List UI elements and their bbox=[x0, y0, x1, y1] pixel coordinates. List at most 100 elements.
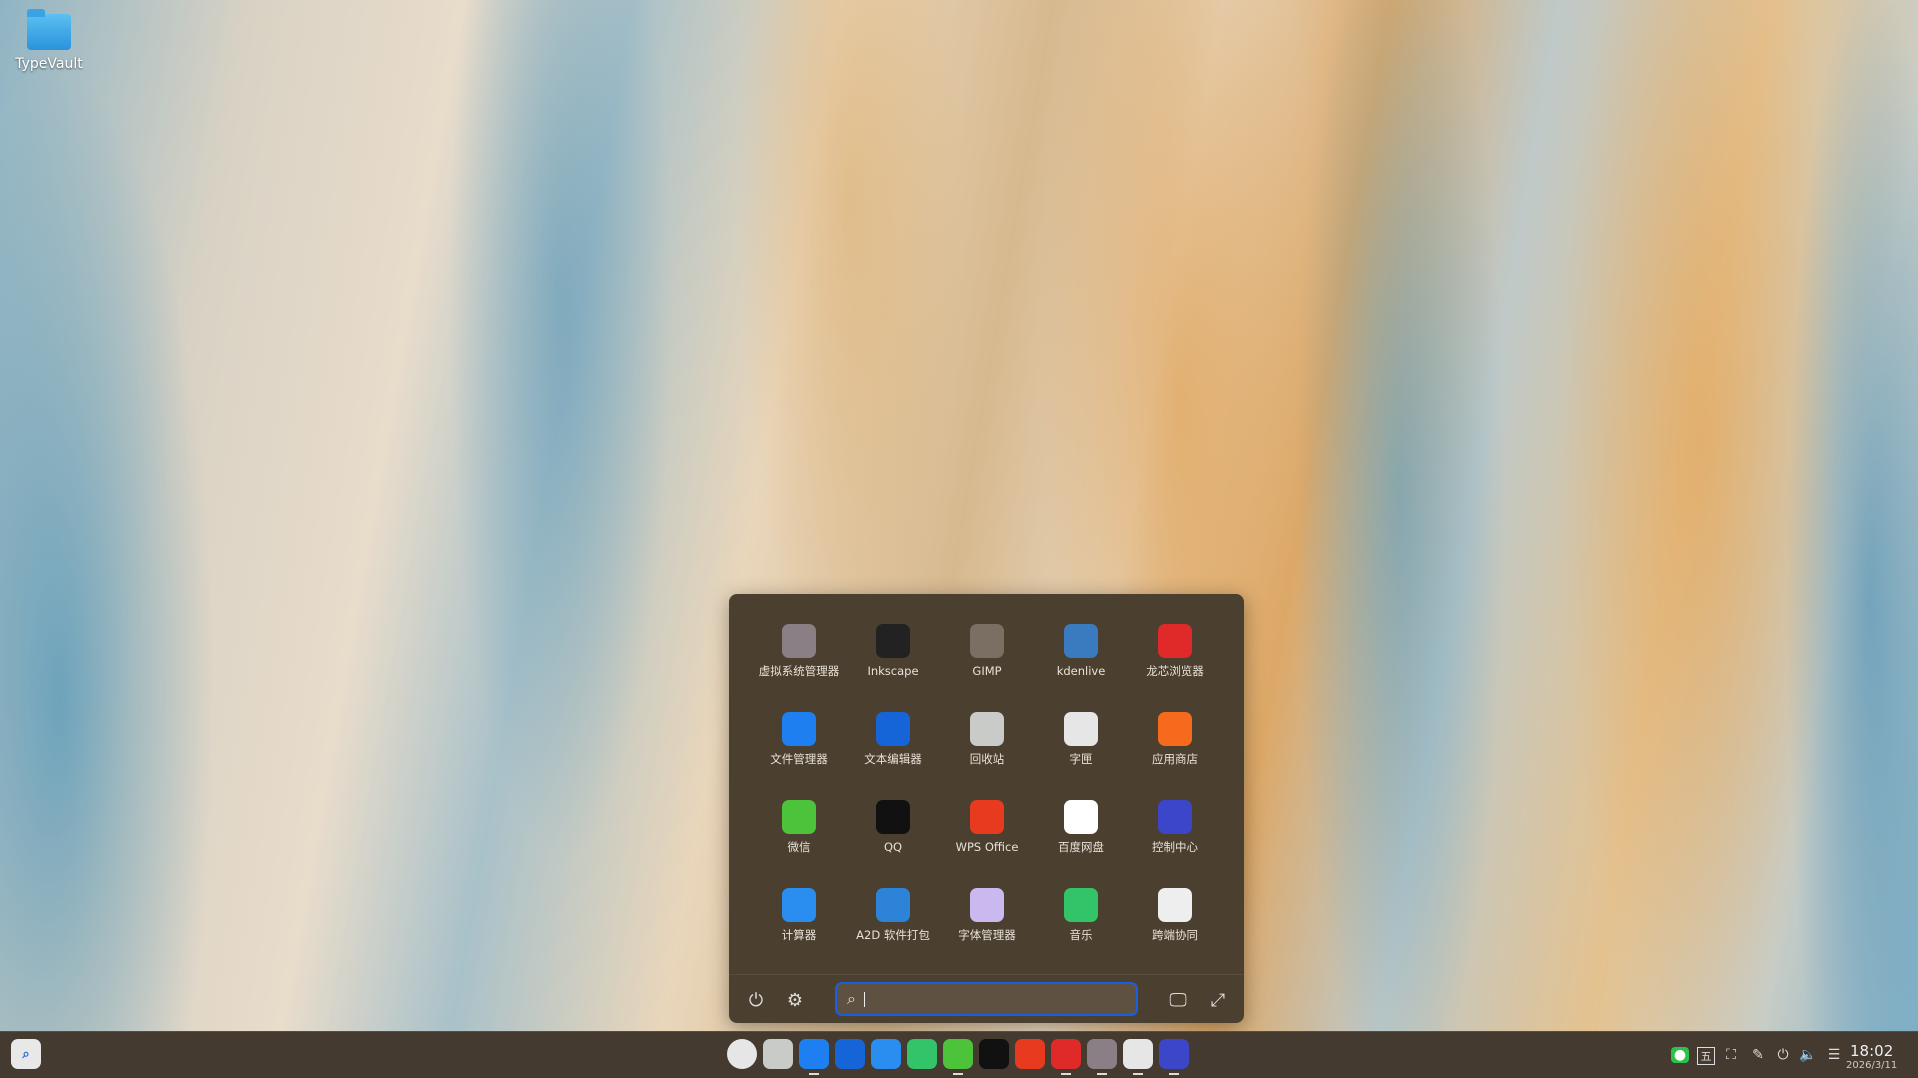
toggle-panel-icon[interactable]: ☰ bbox=[1825, 1047, 1843, 1063]
running-indicator bbox=[1133, 1073, 1143, 1075]
app-label: 计算器 bbox=[781, 928, 817, 942]
dock-text-editor[interactable] bbox=[835, 1039, 865, 1069]
qq-icon bbox=[876, 800, 910, 834]
taskbar: ⌕ ● 五 ⛶ ✎ ⏻ 🔈 ☰ 18:02 2026/3/11 bbox=[0, 1031, 1918, 1078]
app-label: A2D 软件打包 bbox=[856, 928, 930, 942]
app-label: 字匣 bbox=[1069, 752, 1093, 766]
app-music[interactable]: 音乐 bbox=[1034, 888, 1128, 943]
app-font-manager[interactable]: 字体管理器 bbox=[940, 888, 1034, 943]
app-vmm[interactable]: 虚拟系统管理器 bbox=[752, 624, 846, 679]
clock-time: 18:02 bbox=[1850, 1042, 1894, 1060]
settings-icon: ⚙ bbox=[786, 990, 804, 1011]
a2d-packager-icon bbox=[876, 888, 910, 922]
app-label: QQ bbox=[883, 840, 903, 854]
app-a2d-packager[interactable]: A2D 软件打包 bbox=[846, 888, 940, 943]
app-file-manager[interactable]: 文件管理器 bbox=[752, 712, 846, 767]
app-loongson-browser[interactable]: 龙芯浏览器 bbox=[1128, 624, 1222, 679]
app-label: Inkscape bbox=[867, 664, 919, 678]
search-icon: ⌕ bbox=[22, 1046, 30, 1062]
desktop-icon-typevault[interactable]: TypeVault bbox=[10, 9, 88, 72]
app-label: 回收站 bbox=[969, 752, 1005, 766]
search-button[interactable]: ⌕ bbox=[11, 1039, 41, 1069]
app-trash[interactable]: 回收站 bbox=[940, 712, 1034, 767]
dock-trash[interactable] bbox=[763, 1039, 793, 1069]
pen-icon[interactable]: ✎ bbox=[1749, 1047, 1767, 1063]
expand-icon: ⤢ bbox=[1210, 990, 1226, 1011]
app-control-center[interactable]: 控制中心 bbox=[1128, 800, 1222, 855]
app-kdenlive[interactable]: kdenlive bbox=[1034, 624, 1128, 679]
dock-music[interactable] bbox=[907, 1039, 937, 1069]
dock-launcher[interactable] bbox=[727, 1039, 757, 1069]
power-button[interactable]: ⏻ bbox=[743, 988, 769, 1014]
baidu-netdisk-icon bbox=[1064, 800, 1098, 834]
app-label: 字体管理器 bbox=[958, 928, 1016, 942]
search-input[interactable] bbox=[863, 991, 1114, 1007]
dock-wechat[interactable] bbox=[943, 1039, 973, 1075]
search-icon: ⌕ bbox=[847, 989, 856, 1008]
app-wechat[interactable]: 微信 bbox=[752, 800, 846, 855]
gimp-icon bbox=[970, 624, 1004, 658]
app-label: 虚拟系统管理器 bbox=[758, 664, 840, 678]
power-icon[interactable]: ⏻ bbox=[1774, 1047, 1792, 1063]
app-zigui[interactable]: 字匣 bbox=[1034, 712, 1128, 767]
dock-wps[interactable] bbox=[1015, 1039, 1045, 1069]
app-qq[interactable]: QQ bbox=[846, 800, 940, 855]
dock-vmm[interactable] bbox=[1087, 1039, 1117, 1075]
clock-date: 2026/3/11 bbox=[1846, 1060, 1898, 1071]
app-inkscape[interactable]: Inkscape bbox=[846, 624, 940, 679]
vmm-icon bbox=[782, 624, 816, 658]
font-manager-icon bbox=[970, 888, 1004, 922]
wechat-icon bbox=[782, 800, 816, 834]
app-label: GIMP bbox=[972, 664, 1002, 678]
app-baidu-netdisk[interactable]: 百度网盘 bbox=[1034, 800, 1128, 855]
kdenlive-icon bbox=[1064, 624, 1098, 658]
app-text-editor[interactable]: 文本编辑器 bbox=[846, 712, 940, 767]
cross-device-icon bbox=[1158, 888, 1192, 922]
music-icon bbox=[1064, 888, 1098, 922]
app-label: 文本编辑器 bbox=[864, 752, 922, 766]
app-app-store[interactable]: 应用商店 bbox=[1128, 712, 1222, 767]
app-label: WPS Office bbox=[955, 840, 1019, 854]
running-indicator bbox=[1169, 1073, 1179, 1075]
dock-qq[interactable] bbox=[979, 1039, 1009, 1069]
dock-control-center[interactable] bbox=[1159, 1039, 1189, 1075]
app-wps[interactable]: WPS Office bbox=[940, 800, 1034, 855]
settings-button[interactable]: ⚙ bbox=[782, 988, 808, 1014]
trash-icon bbox=[970, 712, 1004, 746]
wps-icon bbox=[970, 800, 1004, 834]
dock-calculator[interactable] bbox=[871, 1039, 901, 1069]
dock-zigui[interactable] bbox=[1123, 1039, 1153, 1075]
clock[interactable]: 18:02 2026/3/11 bbox=[1846, 1042, 1897, 1071]
running-indicator bbox=[1097, 1073, 1107, 1075]
screenshot-icon[interactable]: ⛶ bbox=[1722, 1047, 1740, 1063]
search-box[interactable]: ⌕ bbox=[835, 982, 1138, 1016]
app-label: 跨端协同 bbox=[1152, 928, 1198, 942]
app-label: 文件管理器 bbox=[770, 752, 828, 766]
monitor-icon: 🖵 bbox=[1169, 990, 1187, 1011]
dock-loongson-browser[interactable] bbox=[1051, 1039, 1081, 1075]
app-label: 龙芯浏览器 bbox=[1146, 664, 1204, 678]
desktop-icon-label: TypeVault bbox=[15, 56, 83, 72]
app-label: 控制中心 bbox=[1152, 840, 1198, 854]
app-store-icon bbox=[1158, 712, 1192, 746]
inkscape-icon bbox=[876, 624, 910, 658]
app-label: 应用商店 bbox=[1152, 752, 1198, 766]
folder-icon bbox=[27, 9, 71, 50]
power-icon: ⏻ bbox=[748, 990, 764, 1011]
show-desktop-button[interactable]: 🖵 bbox=[1165, 988, 1191, 1014]
app-calculator[interactable]: 计算器 bbox=[752, 888, 846, 943]
volume-icon[interactable]: 🔈 bbox=[1799, 1047, 1817, 1063]
app-gimp[interactable]: GIMP bbox=[940, 624, 1034, 679]
input-method-icon[interactable]: 五 bbox=[1697, 1047, 1715, 1065]
running-indicator bbox=[809, 1073, 819, 1075]
control-center-icon bbox=[1158, 800, 1192, 834]
file-manager-icon bbox=[782, 712, 816, 746]
app-label: 百度网盘 bbox=[1058, 840, 1104, 854]
fullscreen-button[interactable]: ⤢ bbox=[1205, 988, 1231, 1014]
loongson-browser-icon bbox=[1158, 624, 1192, 658]
dock-file-manager[interactable] bbox=[799, 1039, 829, 1075]
running-indicator bbox=[1061, 1073, 1071, 1075]
wechat-tray-icon[interactable]: ● bbox=[1671, 1047, 1689, 1063]
app-label: 微信 bbox=[787, 840, 811, 854]
app-cross-device[interactable]: 跨端协同 bbox=[1128, 888, 1222, 943]
